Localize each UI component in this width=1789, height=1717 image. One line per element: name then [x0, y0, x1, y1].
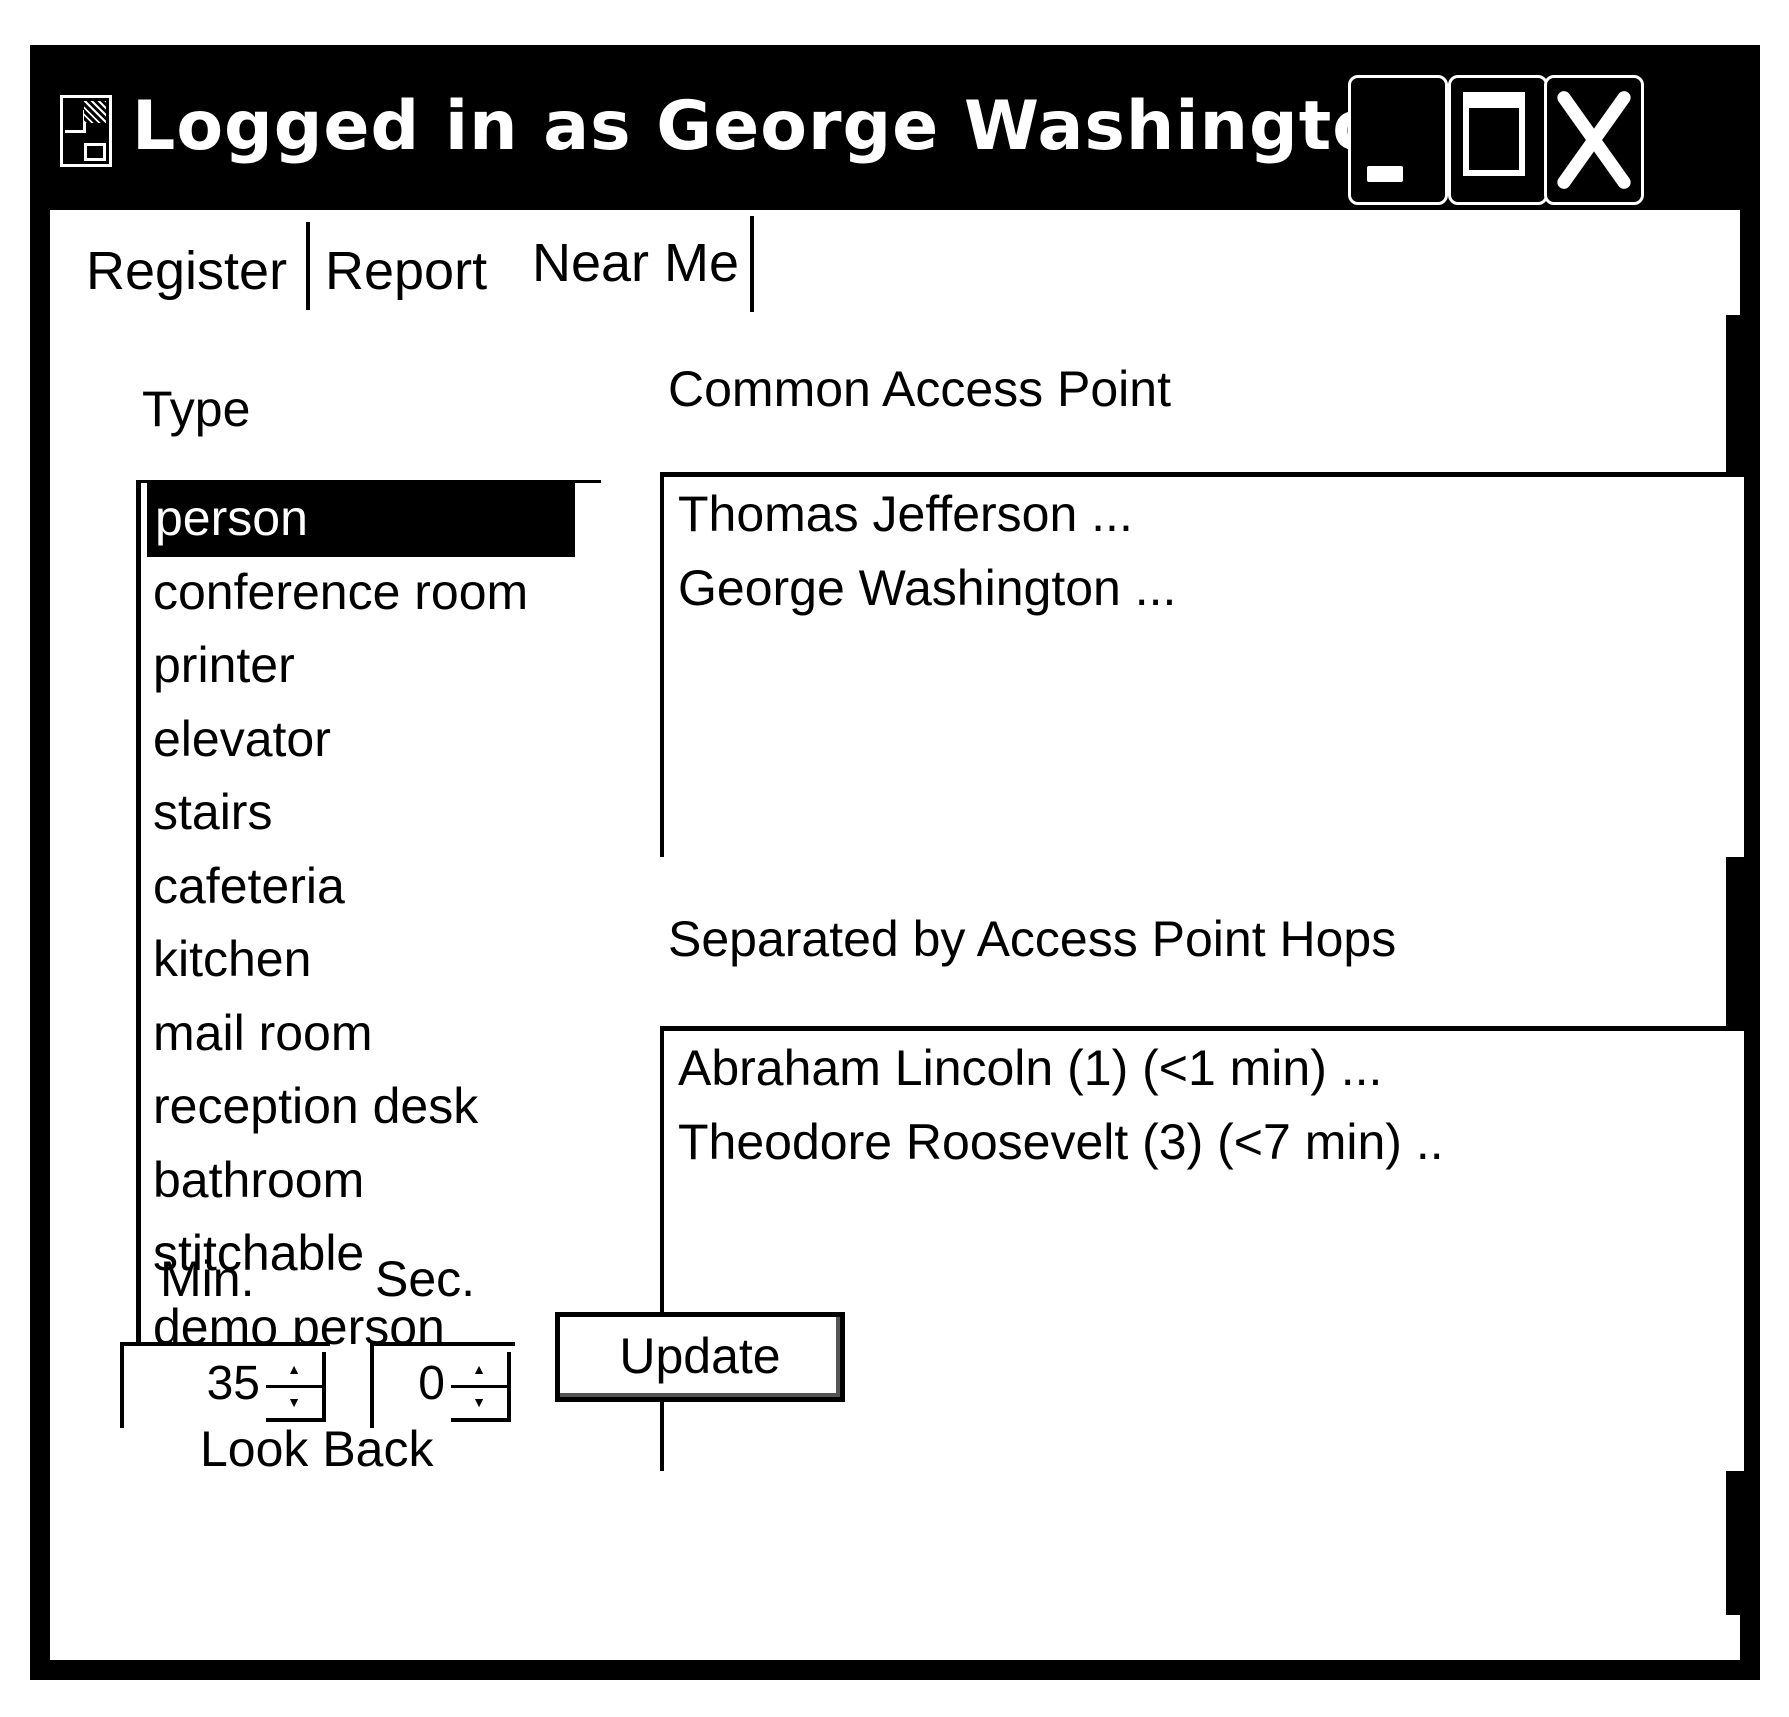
tab-report[interactable]: Report — [325, 240, 487, 302]
type-list-item[interactable]: person — [147, 483, 575, 557]
seconds-label: Sec. — [375, 1251, 476, 1307]
seconds-down-arrow-icon[interactable]: ▼ — [451, 1385, 507, 1418]
minimize-icon — [1367, 166, 1403, 182]
type-list-item[interactable]: elevator — [141, 704, 601, 778]
list-item[interactable]: George Washington ... — [664, 551, 1744, 625]
app-window: Logged in as George Washington Register … — [30, 45, 1760, 1680]
type-list-item[interactable]: mail room — [141, 998, 601, 1072]
maximize-button[interactable] — [1448, 75, 1548, 205]
minutes-down-arrow-icon[interactable]: ▼ — [266, 1385, 322, 1418]
type-listbox[interactable]: person conference room printer elevator stai… — [136, 480, 601, 1383]
type-list-item[interactable]: stairs — [141, 777, 601, 851]
list-item[interactable]: Abraham Lincoln (1) (<1 min) ... — [664, 1031, 1744, 1105]
app-icon[interactable] — [60, 95, 112, 167]
type-list-item[interactable]: kitchen — [141, 924, 601, 998]
seconds-up-arrow-icon[interactable]: ▲ — [451, 1352, 507, 1388]
minutes-up-arrow-icon[interactable]: ▲ — [266, 1352, 322, 1388]
tab-register[interactable]: Register — [86, 240, 287, 302]
type-list-item[interactable]: bathroom — [141, 1145, 601, 1219]
client-area: Register Report Near Me Type person confe… — [50, 210, 1744, 1660]
minutes-value[interactable]: 35 — [207, 1356, 260, 1411]
minimize-button[interactable] — [1348, 75, 1448, 205]
update-button[interactable]: Update — [555, 1312, 845, 1402]
look-back-label: Look Back — [200, 1421, 434, 1477]
common-access-point-list[interactable]: Thomas Jefferson ... George Washington .… — [660, 472, 1744, 857]
minutes-label: Min. — [160, 1251, 255, 1307]
access-point-hops-list[interactable]: Abraham Lincoln (1) (<1 min) ... Theodor… — [660, 1026, 1744, 1471]
type-label: Type — [142, 381, 251, 437]
seconds-spinner[interactable]: 0 ▲ ▼ — [370, 1342, 515, 1428]
type-list-item[interactable]: printer — [141, 630, 601, 704]
close-icon — [1557, 91, 1631, 189]
close-button[interactable] — [1544, 75, 1644, 205]
type-list-item[interactable]: cafeteria — [141, 851, 601, 925]
type-list-item[interactable]: reception desk — [141, 1071, 601, 1145]
seconds-value[interactable]: 0 — [418, 1356, 445, 1411]
window-title: Logged in as George Washington — [132, 87, 1430, 166]
tab-divider — [306, 222, 310, 310]
type-list-item[interactable]: conference room — [141, 557, 601, 631]
access-point-hops-label: Separated by Access Point Hops — [668, 911, 1397, 967]
minutes-spinner[interactable]: 35 ▲ ▼ — [120, 1342, 330, 1428]
list-item[interactable]: Thomas Jefferson ... — [664, 477, 1744, 551]
common-access-point-label: Common Access Point — [668, 361, 1171, 417]
maximize-icon — [1463, 92, 1525, 176]
tab-near-me[interactable]: Near Me — [532, 232, 739, 294]
list-item[interactable]: Theodore Roosevelt (3) (<7 min) .. — [664, 1105, 1744, 1179]
tab-divider — [750, 216, 754, 312]
title-bar[interactable]: Logged in as George Washington — [30, 45, 1760, 210]
